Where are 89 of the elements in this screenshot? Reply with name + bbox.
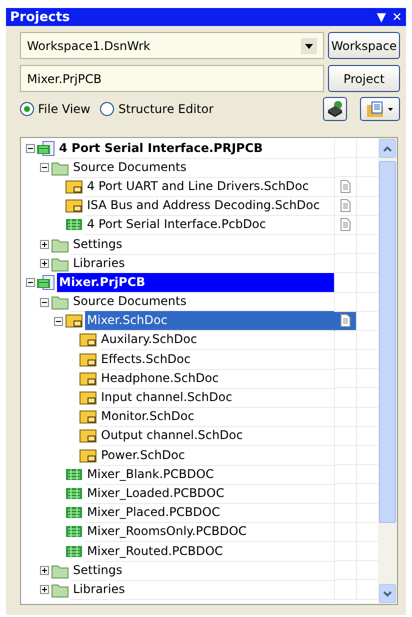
circuit-board-document-icon <box>37 140 55 157</box>
folder-icon <box>51 562 69 579</box>
tree-item[interactable]: Mixer_Loaded.PCBDOC <box>21 484 378 504</box>
circuit-board-icon <box>65 486 83 502</box>
schematic-document-icon <box>79 448 97 464</box>
schematic-document-icon <box>79 352 97 368</box>
tree-item[interactable]: Mixer.SchDoc <box>21 312 378 331</box>
tree-item-label: Mixer_Loaded.PCBDOC <box>85 484 334 504</box>
project-button[interactable]: Project <box>328 65 400 92</box>
tree-item[interactable]: 4 Port UART and Line Drivers.SchDoc <box>21 177 378 197</box>
expand-toggle-icon[interactable] <box>40 240 48 250</box>
workspace-dropdown[interactable]: Workspace1.DsnWrk <box>20 32 324 59</box>
expand-toggle-icon[interactable] <box>26 278 34 288</box>
expand-toggle-icon[interactable] <box>26 144 34 154</box>
project-field[interactable]: Mixer.PrjPCB <box>20 65 324 92</box>
tree-item[interactable]: Settings <box>21 561 378 580</box>
expand-toggle-icon[interactable] <box>40 298 48 307</box>
schematic-document-icon <box>65 313 83 330</box>
tree-item-label: Mixer.SchDoc <box>85 311 334 332</box>
expand-toggle-icon[interactable] <box>54 316 62 326</box>
expand-toggle-icon[interactable] <box>40 259 48 268</box>
tree-item[interactable]: Mixer_RoomsOnly.PCBDOC <box>21 522 378 542</box>
tree-item[interactable]: Mixer_Blank.PCBDOC <box>21 465 378 484</box>
schematic-document-icon <box>79 390 97 406</box>
circuit-board-icon <box>65 544 83 560</box>
tree-item-label: Settings <box>71 234 334 255</box>
tree-item-label: Headphone.SchDoc <box>99 368 334 389</box>
tree-item[interactable]: Output channel.SchDoc <box>21 426 378 446</box>
folder-icon <box>51 236 69 253</box>
schematic-document-icon <box>79 370 97 387</box>
tree-item-label: Mixer.PrjPCB <box>57 272 334 293</box>
tree-item[interactable]: ISA Bus and Address Decoding.SchDoc <box>21 196 378 216</box>
tree-item[interactable]: Mixer_Placed.PCBDOC <box>21 504 378 523</box>
schematic-document-icon <box>79 332 97 348</box>
tree-item-label: 4 Port UART and Line Drivers.SchDoc <box>85 176 334 197</box>
tree-item-label: ISA Bus and Address Decoding.SchDoc <box>85 196 334 216</box>
tree-item-label: Monitor.SchDoc <box>99 407 334 428</box>
tree-item-label: Effects.SchDoc <box>99 350 334 370</box>
schematic-document-icon <box>65 178 83 195</box>
tree-item[interactable]: Auxilary.SchDoc <box>21 330 378 350</box>
expand-toggle-icon[interactable] <box>40 585 48 594</box>
compile-toolbar-button[interactable] <box>323 97 347 121</box>
document-toolbar-button[interactable] <box>360 97 400 121</box>
workspace-button[interactable]: Workspace <box>328 32 400 59</box>
tree-item-label: Output channel.SchDoc <box>99 426 334 446</box>
tree-item[interactable]: Source Documents <box>21 158 378 178</box>
tree-item-label: Mixer_RoomsOnly.PCBDOC <box>85 522 334 542</box>
tree-item-label: Input channel.SchDoc <box>99 388 334 408</box>
folder-icon <box>51 582 69 598</box>
folder-icon <box>51 256 69 272</box>
tree-item-label: Auxilary.SchDoc <box>99 330 334 350</box>
tree-item[interactable]: Monitor.SchDoc <box>21 408 378 427</box>
folder-document-icon <box>366 100 394 118</box>
tree-item-label: Source Documents <box>71 158 334 178</box>
tree-item[interactable]: Settings <box>21 234 378 254</box>
circuit-board-icon <box>65 466 83 483</box>
folder-icon <box>51 160 69 176</box>
tree-item-label: Mixer_Placed.PCBDOC <box>85 503 334 524</box>
tree-item-label: Mixer_Blank.PCBDOC <box>85 464 334 485</box>
tree-item[interactable]: 4 Port Serial Interface.PRJPCB <box>21 139 378 158</box>
panel-title: Projects <box>10 10 71 24</box>
expand-toggle-icon[interactable] <box>40 566 48 576</box>
close-button[interactable]: ✕ <box>392 10 402 24</box>
circuit-board-document-icon <box>37 274 55 291</box>
tree-item[interactable]: Mixer_Routed.PCBDOC <box>21 542 378 562</box>
tree-item-label: 4 Port Serial Interface.PcbDoc <box>85 215 334 236</box>
tree-item[interactable]: Mixer.PrjPCB <box>21 273 378 292</box>
chip-icon <box>326 100 344 118</box>
folder-icon <box>51 294 69 310</box>
schematic-document-icon <box>79 428 97 444</box>
tree-item-label: Libraries <box>71 580 334 600</box>
tree-item-label: Power.SchDoc <box>99 446 334 466</box>
tree-item[interactable]: Libraries <box>21 580 378 600</box>
tree-item[interactable]: Headphone.SchDoc <box>21 369 378 388</box>
view-radio[interactable]: File View <box>20 102 90 116</box>
tree-item[interactable]: Effects.SchDoc <box>21 350 378 370</box>
tree-item-label: Mixer_Routed.PCBDOC <box>85 542 334 562</box>
panel-menu-button[interactable]: ▼ <box>376 10 386 24</box>
tree-item[interactable]: 4 Port Serial Interface.PcbDoc <box>21 216 378 235</box>
tree-item[interactable]: Input channel.SchDoc <box>21 388 378 408</box>
tree-item-label: 4 Port Serial Interface.PRJPCB <box>57 138 334 159</box>
schematic-document-icon <box>65 198 83 214</box>
scrollbar-thumb[interactable] <box>379 161 396 523</box>
schematic-document-icon <box>79 409 97 426</box>
view-radio[interactable]: Structure Editor <box>100 102 214 116</box>
tree-item-label: Settings <box>71 560 334 581</box>
tree-item[interactable]: Power.SchDoc <box>21 446 378 466</box>
expand-toggle-icon[interactable] <box>40 163 48 172</box>
vertical-scrollbar[interactable] <box>378 138 397 604</box>
